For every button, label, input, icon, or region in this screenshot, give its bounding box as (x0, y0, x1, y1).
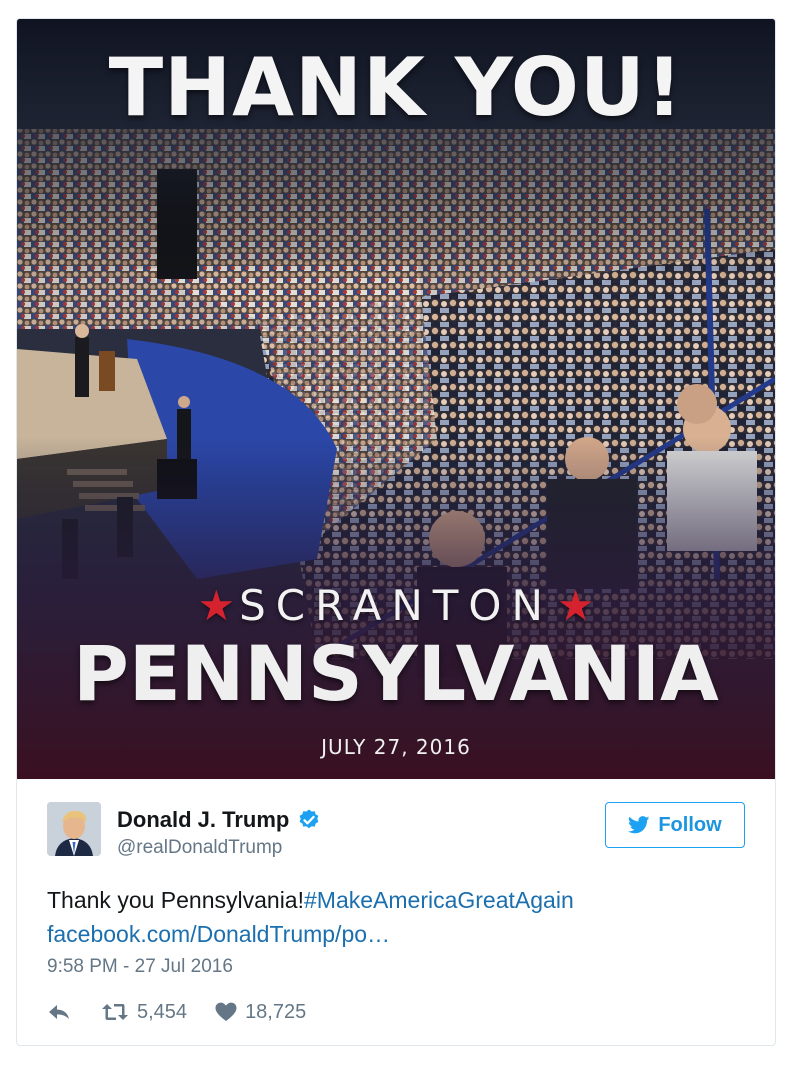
reply-button[interactable] (47, 1002, 71, 1022)
verified-badge-icon (299, 809, 319, 829)
avatar-portrait-icon (47, 802, 101, 856)
tweet-text-plain: Thank you Pennsylvania! (47, 887, 304, 913)
photo-headline: THANK YOU! (108, 41, 684, 134)
retweet-button[interactable]: 5,454 (101, 1001, 187, 1024)
heart-icon (215, 1002, 237, 1021)
retweet-icon (102, 1004, 128, 1020)
tweet-actions: 5,454 18,725 (47, 997, 306, 1027)
city-label: SCRANTON (239, 581, 553, 630)
external-link[interactable]: facebook.com/DonaldTrump/po… (47, 921, 390, 947)
retweet-count: 5,454 (137, 1000, 188, 1023)
tweet-timestamp[interactable]: 9:58 PM - 27 Jul 2016 (47, 956, 233, 978)
star-icon: ★ (197, 581, 236, 630)
tweet-text: Thank you Pennsylvania!#MakeAmericaGreat… (47, 883, 747, 951)
twitter-bird-icon (628, 816, 650, 834)
like-count: 18,725 (245, 1000, 307, 1023)
avatar[interactable] (47, 802, 101, 856)
tweet-photo[interactable]: THANK YOU! ★SCRANTON★ PENNSYLVANIA JULY … (17, 19, 775, 779)
photo-date: JULY 27, 2016 (321, 735, 471, 759)
photo-city: ★SCRANTON★ (17, 581, 775, 630)
like-button[interactable]: 18,725 (215, 1001, 306, 1024)
author-name[interactable]: Donald J. Trump (117, 807, 289, 833)
follow-button[interactable]: Follow (605, 802, 745, 848)
author-row: Donald J. Trump (117, 807, 321, 833)
star-icon: ★ (556, 581, 595, 630)
reply-icon (49, 1005, 69, 1019)
photo-state: PENNSYLVANIA (73, 629, 719, 718)
tweet-card: THANK YOU! ★SCRANTON★ PENNSYLVANIA JULY … (16, 18, 776, 1046)
follow-label: Follow (658, 813, 722, 836)
author-handle[interactable]: @realDonaldTrump (117, 837, 282, 859)
hashtag-link[interactable]: #MakeAmericaGreatAgain (304, 887, 574, 913)
